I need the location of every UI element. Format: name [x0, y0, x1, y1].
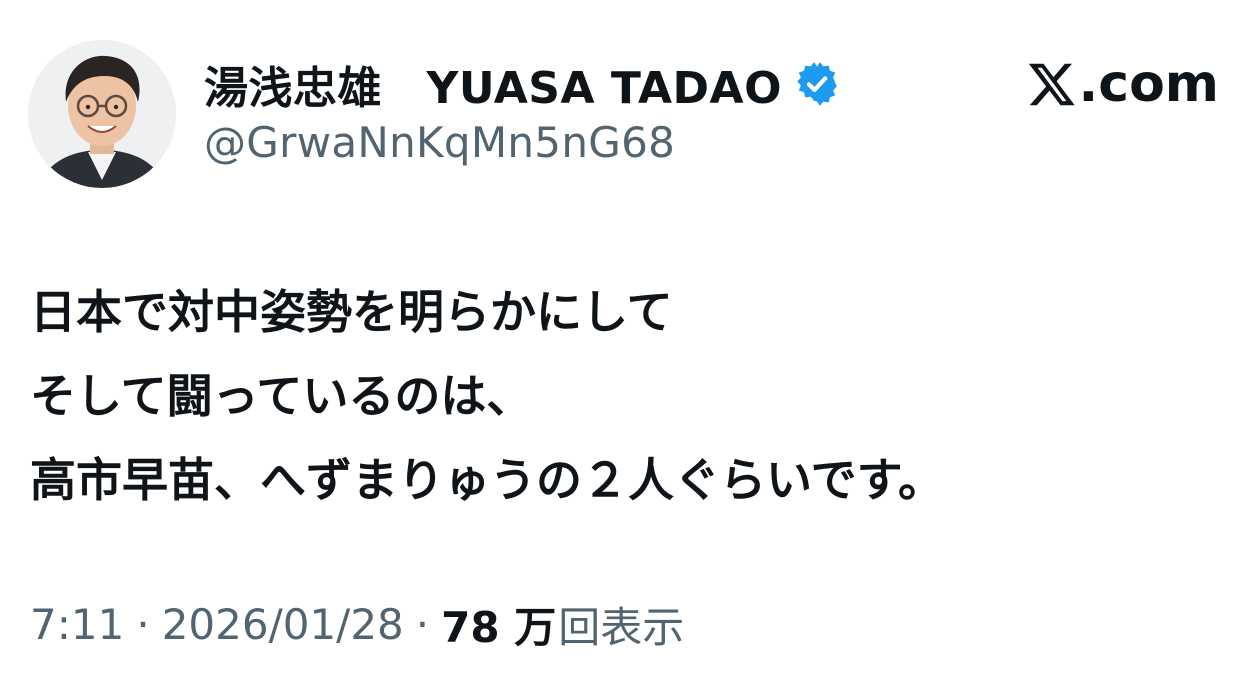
avatar[interactable] [28, 40, 176, 188]
tweet-text-line: 高市早苗、へずまりゅうの２人ぐらいです。 [30, 453, 945, 507]
verified-badge-icon[interactable] [794, 61, 840, 107]
tweet-text: 日本で対中姿勢を明らかにして そして闘っているのは、 高市早苗、へずまりゅうの２… [30, 270, 1220, 522]
author-handle[interactable]: @GrwaNnKqMn5nG68 [204, 118, 675, 167]
tweet-text-line: そして闘っているのは、 [30, 369, 533, 423]
views-count[interactable]: 78 万 [441, 594, 556, 655]
tweet-time[interactable]: 7:11 [30, 600, 124, 649]
meta-separator: · [136, 599, 150, 649]
brand-domain-suffix: .com [1078, 54, 1220, 114]
x-logo-icon [1027, 59, 1077, 109]
tweet-card: 湯浅忠雄 YUASA TADAO @GrwaNnKqMn5nG68 .com 日… [0, 0, 1255, 694]
tweet-meta: 7:11 · 2026/01/28 · 78 万 回表示 [30, 594, 684, 654]
avatar-photo [28, 40, 176, 188]
author-name-row: 湯浅忠雄 YUASA TADAO [204, 56, 840, 114]
meta-separator: · [415, 599, 430, 649]
views-label[interactable]: 回表示 [558, 594, 684, 655]
tweet-text-line: 日本で対中姿勢を明らかにして [30, 285, 673, 339]
author-display-name[interactable]: 湯浅忠雄 YUASA TADAO [204, 52, 782, 116]
x-brand: .com [1027, 54, 1220, 114]
tweet-date[interactable]: 2026/01/28 [162, 600, 404, 649]
